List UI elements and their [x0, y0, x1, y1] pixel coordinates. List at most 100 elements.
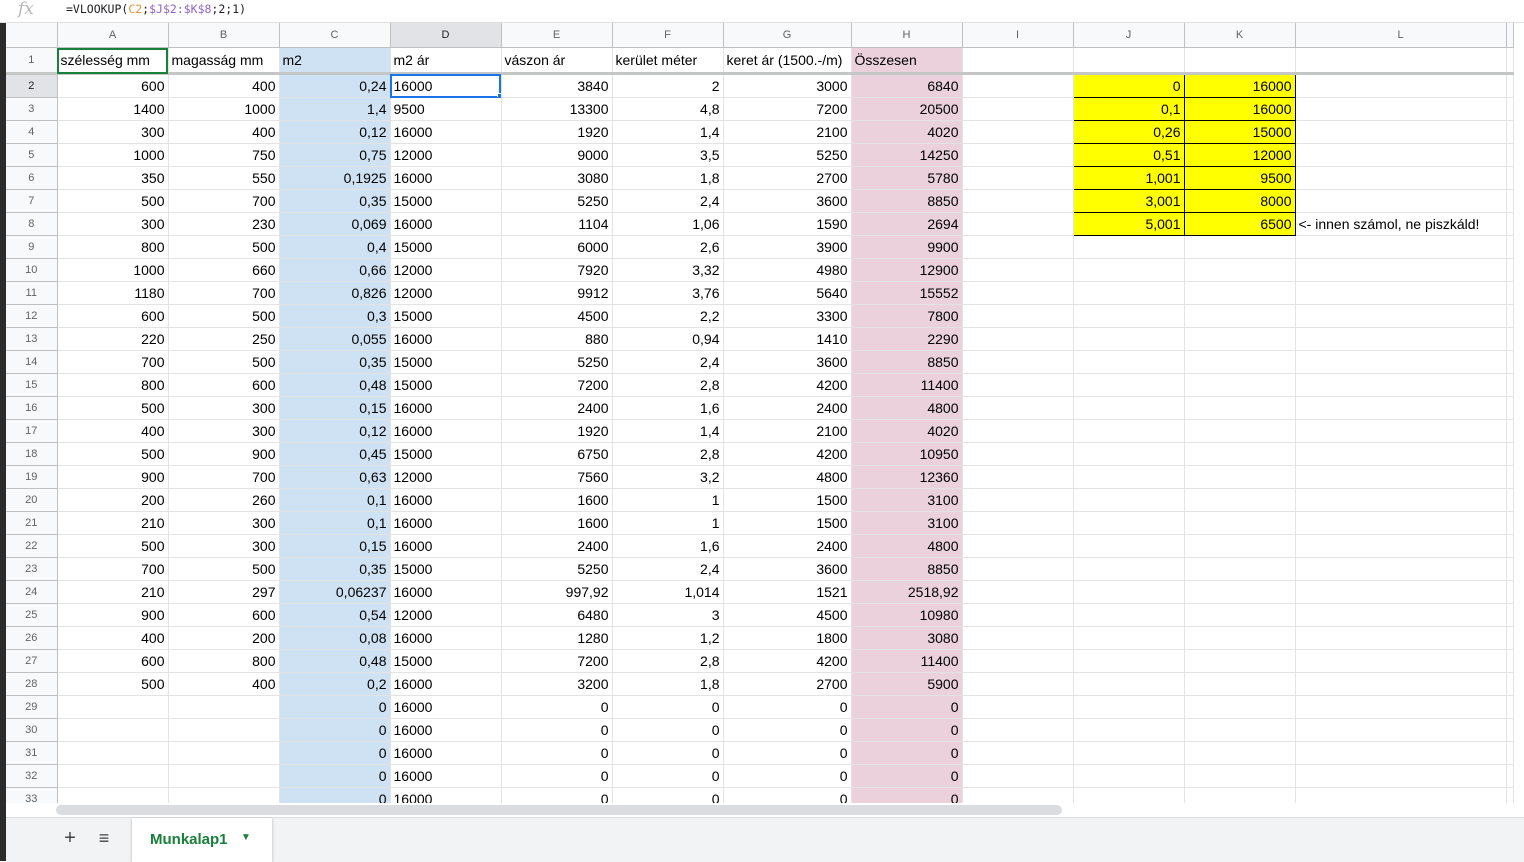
- cell-g32[interactable]: 0: [722, 764, 852, 788]
- cell-i3[interactable]: [961, 97, 1074, 121]
- cell-g31[interactable]: 0: [722, 741, 852, 765]
- cell-h14[interactable]: 8850: [850, 350, 963, 374]
- cell-l15[interactable]: [1294, 373, 1507, 397]
- cell-a17[interactable]: 400: [56, 419, 169, 443]
- cell-a32[interactable]: [56, 764, 169, 788]
- cell-f7[interactable]: 2,4: [611, 189, 724, 213]
- cell-b19[interactable]: 700: [167, 465, 280, 489]
- sheet-tab-munkalap1[interactable]: Munkalap1 ▼: [132, 818, 272, 862]
- cell-g20[interactable]: 1500: [722, 488, 852, 512]
- cell-g23[interactable]: 3600: [722, 557, 852, 581]
- cell-h13[interactable]: 2290: [850, 327, 963, 351]
- cell-d24[interactable]: 16000: [389, 580, 502, 604]
- cell-d12[interactable]: 15000: [389, 304, 502, 328]
- cell-k9[interactable]: [1183, 235, 1296, 259]
- cell-j32[interactable]: [1072, 764, 1185, 788]
- cell-g15[interactable]: 4200: [722, 373, 852, 397]
- cell-b6[interactable]: 550: [167, 166, 280, 190]
- cell-i32[interactable]: [961, 764, 1074, 788]
- cell-a19[interactable]: 900: [56, 465, 169, 489]
- column-header-g[interactable]: G: [722, 23, 852, 48]
- cell-j26[interactable]: [1072, 626, 1185, 650]
- cell-f12[interactable]: 2,2: [611, 304, 724, 328]
- cell-l30[interactable]: [1294, 718, 1507, 742]
- fill-handle[interactable]: [496, 93, 500, 97]
- cell-i10[interactable]: [961, 258, 1074, 282]
- cell-e32[interactable]: 0: [500, 764, 613, 788]
- row-header[interactable]: 11: [6, 281, 58, 305]
- cell-k15[interactable]: [1183, 373, 1296, 397]
- cell-i16[interactable]: [961, 396, 1074, 420]
- cell-a12[interactable]: 600: [56, 304, 169, 328]
- cell-e25[interactable]: 6480: [500, 603, 613, 627]
- cell-l23[interactable]: [1294, 557, 1507, 581]
- cell-i33[interactable]: [961, 787, 1074, 803]
- cell-l20[interactable]: [1294, 488, 1507, 512]
- cell-d25[interactable]: 12000: [389, 603, 502, 627]
- cell-f19[interactable]: 3,2: [611, 465, 724, 489]
- cell-h10[interactable]: 12900: [850, 258, 963, 282]
- cell-k19[interactable]: [1183, 465, 1296, 489]
- cell-k23[interactable]: [1183, 557, 1296, 581]
- cell-d4[interactable]: 16000: [389, 120, 502, 144]
- cell-c19[interactable]: 0,63: [278, 465, 391, 489]
- cell-c16[interactable]: 0,15: [278, 396, 391, 420]
- cell-b23[interactable]: 500: [167, 557, 280, 581]
- cell-c24[interactable]: 0,06237: [278, 580, 391, 604]
- cell-i7[interactable]: [961, 189, 1074, 213]
- cell-j22[interactable]: [1072, 534, 1185, 558]
- cell-a9[interactable]: 800: [56, 235, 169, 259]
- cell-i13[interactable]: [961, 327, 1074, 351]
- cell-f15[interactable]: 2,8: [611, 373, 724, 397]
- cell-e31[interactable]: 0: [500, 741, 613, 765]
- row-header[interactable]: 4: [6, 120, 58, 144]
- cell-i29[interactable]: [961, 695, 1074, 719]
- header-cell-j[interactable]: [1072, 47, 1185, 75]
- cell-h8[interactable]: 2694: [850, 212, 963, 236]
- cell-i17[interactable]: [961, 419, 1074, 443]
- cell-i20[interactable]: [961, 488, 1074, 512]
- cell-a23[interactable]: 700: [56, 557, 169, 581]
- cell-h22[interactable]: 4800: [850, 534, 963, 558]
- row-header[interactable]: 27: [6, 649, 58, 673]
- cell-d27[interactable]: 15000: [389, 649, 502, 673]
- cell-c10[interactable]: 0,66: [278, 258, 391, 282]
- cell-e10[interactable]: 7920: [500, 258, 613, 282]
- cell-j20[interactable]: [1072, 488, 1185, 512]
- cell-k32[interactable]: [1183, 764, 1296, 788]
- cell-h30[interactable]: 0: [850, 718, 963, 742]
- cell-e15[interactable]: 7200: [500, 373, 613, 397]
- cell-h18[interactable]: 10950: [850, 442, 963, 466]
- cell-f26[interactable]: 1,2: [611, 626, 724, 650]
- cell-k8[interactable]: 6500: [1183, 212, 1296, 236]
- cell-f8[interactable]: 1,06: [611, 212, 724, 236]
- row-header[interactable]: 33: [6, 787, 58, 803]
- cell-f5[interactable]: 3,5: [611, 143, 724, 167]
- cell-a22[interactable]: 500: [56, 534, 169, 558]
- cell-f18[interactable]: 2,8: [611, 442, 724, 466]
- cell-k29[interactable]: [1183, 695, 1296, 719]
- cell-j10[interactable]: [1072, 258, 1185, 282]
- cell-c17[interactable]: 0,12: [278, 419, 391, 443]
- cell-f17[interactable]: 1,4: [611, 419, 724, 443]
- header-cell-h[interactable]: Összesen: [850, 47, 963, 75]
- cell-l12[interactable]: [1294, 304, 1507, 328]
- cell-h4[interactable]: 4020: [850, 120, 963, 144]
- cell-c8[interactable]: 0,069: [278, 212, 391, 236]
- cell-h21[interactable]: 3100: [850, 511, 963, 535]
- cell-j14[interactable]: [1072, 350, 1185, 374]
- cell-e7[interactable]: 5250: [500, 189, 613, 213]
- cell-a26[interactable]: 400: [56, 626, 169, 650]
- cell-j3[interactable]: 0,1: [1072, 97, 1185, 121]
- cell-e12[interactable]: 4500: [500, 304, 613, 328]
- cell-f9[interactable]: 2,6: [611, 235, 724, 259]
- cell-e27[interactable]: 7200: [500, 649, 613, 673]
- cell-j8[interactable]: 5,001: [1072, 212, 1185, 236]
- cell-l19[interactable]: [1294, 465, 1507, 489]
- cell-i14[interactable]: [961, 350, 1074, 374]
- cell-b5[interactable]: 750: [167, 143, 280, 167]
- column-header-l[interactable]: L: [1294, 23, 1507, 48]
- cell-g13[interactable]: 1410: [722, 327, 852, 351]
- cell-b17[interactable]: 300: [167, 419, 280, 443]
- cell-b3[interactable]: 1000: [167, 97, 280, 121]
